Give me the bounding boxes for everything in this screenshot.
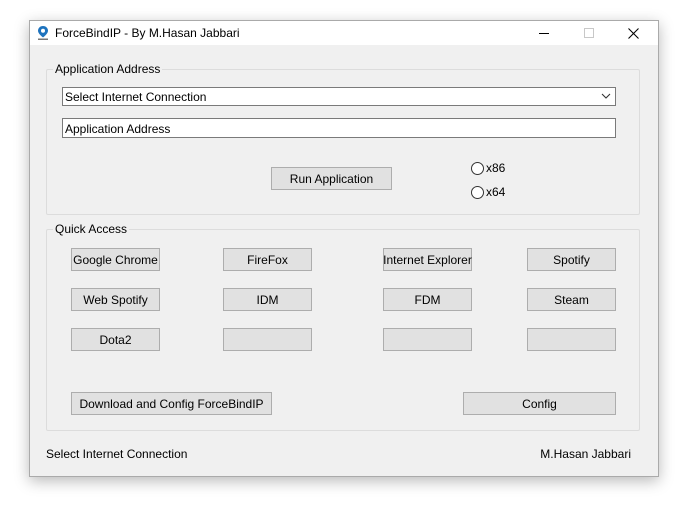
google-chrome-button[interactable]: Google Chrome: [71, 248, 160, 271]
firefox-button[interactable]: FireFox: [223, 248, 312, 271]
download-config-button[interactable]: Download and Config ForceBindIP: [71, 392, 272, 415]
application-address-group-label: Application Address: [53, 62, 163, 76]
close-button[interactable]: [611, 21, 656, 45]
radio-x64[interactable]: x64: [471, 185, 505, 199]
radio-x86-label: x86: [486, 161, 506, 175]
steam-button[interactable]: Steam: [527, 288, 616, 311]
radio-x86-circle[interactable]: [471, 161, 484, 175]
radio-x86[interactable]: x86: [471, 161, 505, 175]
app-logo-icon: [38, 26, 48, 40]
spotify-button[interactable]: Spotify: [527, 248, 616, 271]
empty-quick-button-2[interactable]: [383, 328, 472, 351]
minimize-button[interactable]: [521, 21, 566, 45]
main-window: ForceBindIP - By M.Hasan Jabbari Applica…: [29, 20, 659, 477]
web-spotify-button[interactable]: Web Spotify: [71, 288, 160, 311]
quick-access-group-label: Quick Access: [53, 222, 130, 236]
status-author-text: M.Hasan Jabbari: [540, 447, 631, 461]
chevron-down-icon: [601, 93, 611, 99]
fdm-button[interactable]: FDM: [383, 288, 472, 311]
maximize-icon: [583, 28, 594, 38]
radio-x64-circle[interactable]: [471, 185, 484, 199]
title-bar[interactable]: ForceBindIP - By M.Hasan Jabbari: [30, 21, 658, 45]
radio-x64-label: x64: [486, 185, 506, 199]
application-address-field[interactable]: Application Address: [62, 118, 616, 138]
run-application-button[interactable]: Run Application: [271, 167, 392, 190]
config-button[interactable]: Config: [463, 392, 616, 415]
minimize-icon: [538, 33, 549, 34]
internet-connection-select[interactable]: Select Internet Connection: [62, 87, 616, 106]
empty-quick-button-3[interactable]: [527, 328, 616, 351]
idm-button[interactable]: IDM: [223, 288, 312, 311]
status-connection-text: Select Internet Connection: [46, 447, 188, 461]
maximize-button[interactable]: [566, 21, 611, 45]
window-title: ForceBindIP - By M.Hasan Jabbari: [55, 26, 240, 40]
empty-quick-button-1[interactable]: [223, 328, 312, 351]
internet-explorer-button[interactable]: Internet Explorer: [383, 248, 472, 271]
application-address-field-value: Application Address: [65, 122, 171, 136]
dota2-button[interactable]: Dota2: [71, 328, 160, 351]
close-icon: [628, 27, 639, 39]
internet-connection-select-value: Select Internet Connection: [65, 90, 207, 104]
